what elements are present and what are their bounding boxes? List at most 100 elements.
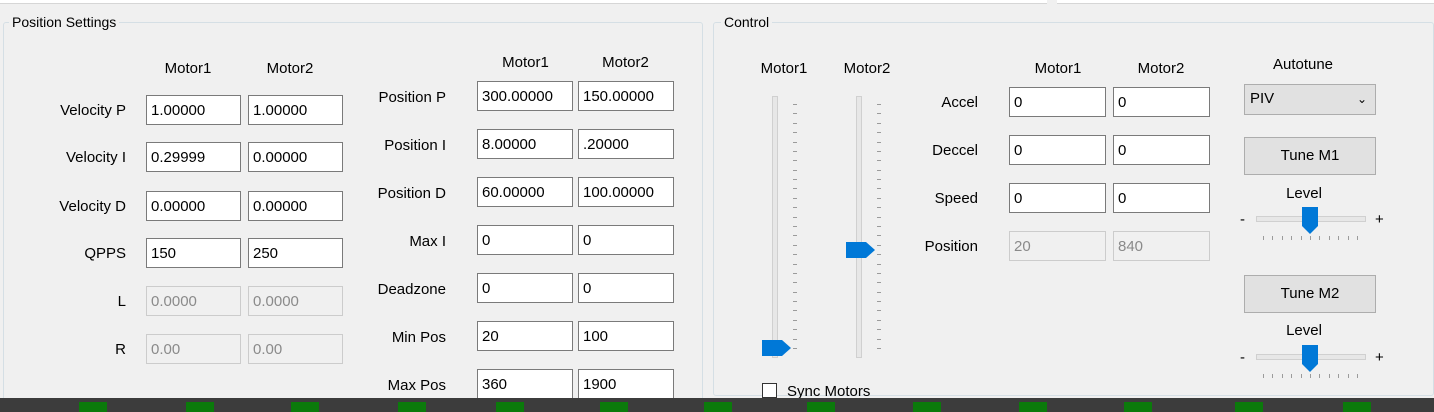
level1-thumb[interactable]: [1302, 207, 1318, 235]
level-tick: [1291, 374, 1292, 378]
ps-left-motor2-input: [248, 286, 343, 316]
tune-m2-button[interactable]: Tune M2: [1244, 275, 1376, 313]
ps-right-motor1-input[interactable]: [477, 225, 573, 255]
slider-tick: [793, 273, 797, 274]
control-row-label: Deccel: [932, 142, 978, 159]
ps-right-motor2-input[interactable]: [578, 177, 674, 207]
slider-tick: [877, 160, 881, 161]
autotune-selected-value: PIV: [1250, 90, 1275, 107]
slider-tick: [793, 348, 797, 349]
slider-tick: [877, 310, 881, 311]
control-row-label: Speed: [934, 190, 978, 207]
chevron-down-icon: ⌄: [1356, 92, 1367, 106]
slider-tick: [877, 292, 881, 293]
slider-tick: [877, 301, 881, 302]
ps-left-motor2-input: [248, 334, 343, 364]
status-led: [1019, 402, 1047, 412]
slider-tick: [793, 113, 797, 114]
slider-tick: [793, 142, 797, 143]
slider-motor1-track[interactable]: [772, 96, 778, 358]
slider-tick: [877, 273, 881, 274]
ps-left-motor1-input[interactable]: [146, 191, 241, 221]
slider-tick: [793, 282, 797, 283]
ps-left-row-label: QPPS: [84, 245, 126, 262]
level-tick: [1272, 236, 1273, 240]
slider-tick: [877, 217, 881, 218]
slider-tick: [793, 329, 797, 330]
level2-label: Level: [1286, 322, 1322, 339]
control-motor2-input[interactable]: [1113, 183, 1210, 213]
ps-right-motor2-input[interactable]: [578, 273, 674, 303]
level-tick: [1319, 374, 1320, 378]
level-tick: [1357, 236, 1358, 240]
control-motor2-input[interactable]: [1113, 135, 1210, 165]
ps-right-header-motor1: Motor1: [502, 54, 549, 71]
slider-motor2-thumb[interactable]: [846, 242, 876, 258]
slider-tick: [793, 320, 797, 321]
slider-tick: [793, 226, 797, 227]
ps-left-motor2-input[interactable]: [248, 95, 343, 125]
ps-left-row-label: R: [115, 341, 126, 358]
level2-thumb[interactable]: [1302, 345, 1318, 373]
slider-tick: [877, 245, 881, 246]
ps-left-motor2-input[interactable]: [248, 238, 343, 268]
ps-left-motor2-input[interactable]: [248, 142, 343, 172]
slider-tick: [877, 123, 881, 124]
level2-plus-label: +: [1375, 349, 1384, 366]
control-motor1-input[interactable]: [1009, 87, 1106, 117]
ps-right-motor1-input[interactable]: [477, 369, 573, 399]
ps-right-motor2-input[interactable]: [578, 129, 674, 159]
ps-left-motor2-input[interactable]: [248, 191, 343, 221]
status-strip: [0, 398, 1434, 412]
control-row-label: Position: [924, 238, 978, 255]
ps-left-motor1-input[interactable]: [146, 95, 241, 125]
ps-left-motor1-input[interactable]: [146, 238, 241, 268]
ps-left-motor1-input[interactable]: [146, 142, 241, 172]
control-motor1-input[interactable]: [1009, 135, 1106, 165]
slider-tick: [793, 123, 797, 124]
status-led: [1235, 402, 1263, 412]
autotune-select[interactable]: PIV ⌄: [1244, 84, 1376, 115]
level-tick: [1263, 236, 1264, 240]
status-led: [291, 402, 319, 412]
ps-right-motor1-input[interactable]: [477, 321, 573, 351]
control-motor2-input[interactable]: [1113, 87, 1210, 117]
slider-tick: [793, 151, 797, 152]
slider-tick: [793, 339, 797, 340]
slider-motor2-label: Motor2: [843, 60, 891, 77]
slider-motor2-track[interactable]: [856, 96, 862, 358]
tune-m1-button[interactable]: Tune M1: [1244, 137, 1376, 175]
level-tick: [1319, 236, 1320, 240]
ps-right-motor1-input[interactable]: [477, 177, 573, 207]
ps-right-row-label: Min Pos: [391, 329, 446, 346]
top-panel-edge: [0, 0, 1047, 4]
ps-right-motor1-input[interactable]: [477, 273, 573, 303]
ps-right-motor2-input[interactable]: [578, 369, 674, 399]
slider-tick: [793, 198, 797, 199]
ps-right-motor1-input[interactable]: [477, 81, 573, 111]
control-motor1-input[interactable]: [1009, 183, 1106, 213]
slider-tick: [877, 113, 881, 114]
level-tick: [1338, 374, 1339, 378]
ps-left-row-label: Velocity I: [65, 149, 126, 166]
level1-plus-label: +: [1375, 211, 1384, 228]
ps-right-motor2-input[interactable]: [578, 321, 674, 351]
slider-motor1-thumb[interactable]: [762, 340, 792, 356]
slider-tick: [793, 207, 797, 208]
ps-right-motor2-input[interactable]: [578, 81, 674, 111]
control-header-motor1: Motor1: [1034, 60, 1082, 77]
ps-right-motor1-input[interactable]: [477, 129, 573, 159]
slider-tick: [877, 235, 881, 236]
slider-tick: [793, 235, 797, 236]
ps-right-motor2-input[interactable]: [578, 225, 674, 255]
slider-tick: [793, 292, 797, 293]
ps-left-row-label: Velocity D: [59, 198, 126, 215]
slider-tick: [793, 310, 797, 311]
sync-motors-checkbox[interactable]: [762, 383, 777, 398]
status-led: [1124, 402, 1152, 412]
level-tick: [1310, 236, 1311, 240]
slider-tick: [877, 264, 881, 265]
ps-right-row-label: Position P: [378, 89, 446, 106]
level-tick: [1263, 374, 1264, 378]
level2-minus-label: -: [1240, 349, 1245, 366]
